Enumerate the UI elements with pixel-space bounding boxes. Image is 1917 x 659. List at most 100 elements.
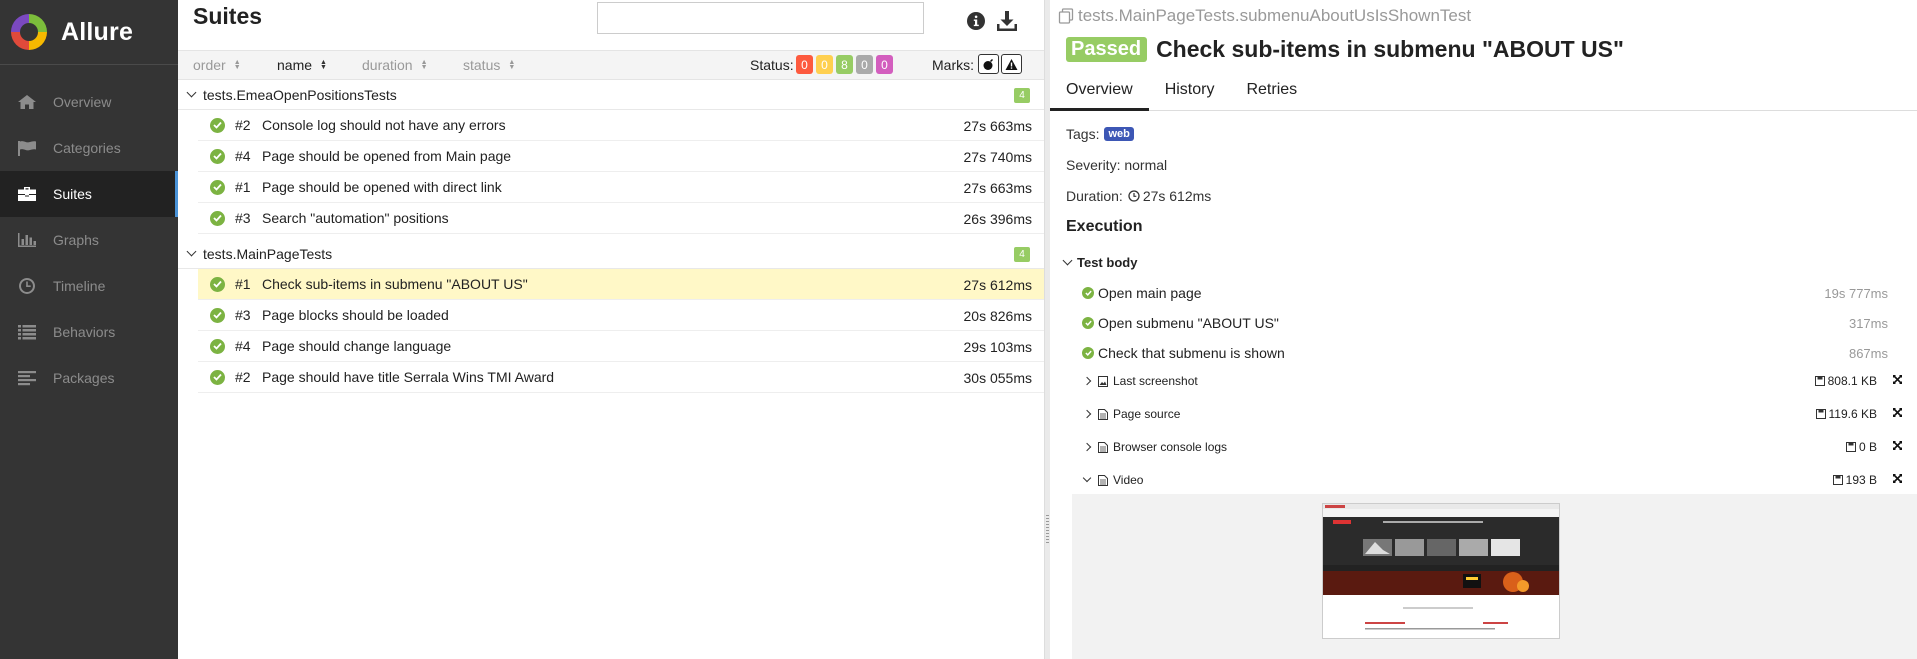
test-row-selected[interactable]: #1 Check sub-items in submenu "ABOUT US"…: [198, 269, 1044, 300]
passed-check-icon: [210, 338, 225, 354]
sidebar-item-packages[interactable]: Packages: [0, 355, 178, 401]
test-row[interactable]: #1 Page should be opened with direct lin…: [198, 172, 1044, 203]
attachment-row[interactable]: Last screenshot 808.1 KB: [1082, 374, 1916, 388]
sort-arrows-icon: ▲ ▼: [233, 59, 241, 71]
info-icon: [967, 12, 985, 30]
search-input[interactable]: [597, 2, 924, 34]
chevron-down-icon: [1062, 255, 1073, 266]
sidebar-item-timeline[interactable]: Timeline: [0, 263, 178, 309]
passed-check-icon: [210, 117, 225, 133]
sort-duration-label: duration: [362, 57, 413, 73]
test-row[interactable]: #4 Page should be opened from Main page …: [198, 141, 1044, 172]
sidebar-item-graphs[interactable]: Graphs: [0, 217, 178, 263]
sidebar-item-label: Categories: [53, 140, 121, 156]
chevron-right-icon: [1082, 376, 1092, 386]
passed-check-icon: [210, 276, 225, 292]
suite-group-header[interactable]: tests.EmeaOpenPositionsTests 4: [178, 80, 1044, 110]
chevron-down-icon: [186, 87, 197, 98]
test-row[interactable]: #3 Search "automation" positions 26s 396…: [198, 203, 1044, 234]
sort-name[interactable]: name ▲ ▼: [277, 57, 327, 73]
tab-retries[interactable]: Retries: [1230, 79, 1313, 111]
attachment-row[interactable]: Page source 119.6 KB: [1082, 407, 1916, 421]
sidebar-item-behaviors[interactable]: Behaviors: [0, 309, 178, 355]
test-row[interactable]: #3 Page blocks should be loaded 20s 826m…: [198, 300, 1044, 331]
step-row[interactable]: Check that submenu is shown 867ms: [1082, 345, 1902, 361]
test-title-row: Passed Check sub-items in submenu "ABOUT…: [1066, 36, 1624, 63]
drag-handle-icon: [1046, 515, 1049, 545]
sidebar-item-categories[interactable]: Categories: [0, 125, 178, 171]
attachment-name: Video: [1113, 473, 1144, 487]
sort-bar: order ▲ ▼ name ▲ ▼ duration ▲ ▼ status ▲ ▼ S…: [178, 50, 1044, 80]
expand-icon[interactable]: [1892, 407, 1903, 421]
mark-flaky-toggle[interactable]: [978, 54, 999, 74]
test-duration: 27s 612ms: [963, 277, 1032, 293]
step-duration: 867ms: [1848, 345, 1888, 361]
tags-row: Tags: web: [1066, 126, 1134, 142]
clock-icon: [1128, 190, 1140, 202]
test-duration: 30s 055ms: [963, 370, 1032, 386]
test-row[interactable]: #2 Console log should not have any error…: [198, 110, 1044, 141]
step-row[interactable]: Open main page 19s 777ms: [1082, 285, 1902, 301]
duration-value: 27s 612ms: [1142, 188, 1212, 204]
test-name: Console log should not have any errors: [262, 117, 506, 133]
test-number: #3: [235, 210, 251, 226]
sort-duration[interactable]: duration ▲ ▼: [362, 57, 428, 73]
test-body-toggle[interactable]: Test body: [1062, 255, 1137, 270]
tab-overview[interactable]: Overview: [1050, 79, 1149, 111]
attachment-row[interactable]: Browser console logs 0 B: [1082, 440, 1916, 454]
attachment-row-open[interactable]: Video 193 B: [1082, 473, 1916, 487]
step-duration: 317ms: [1848, 315, 1888, 331]
tab-history[interactable]: History: [1149, 79, 1231, 111]
video-player[interactable]: [1322, 503, 1560, 639]
sort-order[interactable]: order ▲ ▼: [193, 57, 241, 73]
attachment-size-text: 193 B: [1845, 473, 1877, 487]
status-passed-toggle[interactable]: 8: [836, 55, 853, 74]
test-name: Search "automation" positions: [262, 210, 449, 226]
passed-check-icon: [1082, 347, 1094, 359]
chevron-down-icon: [186, 246, 197, 257]
sort-arrows-icon: ▲ ▼: [420, 59, 428, 71]
download-button[interactable]: [995, 9, 1019, 33]
sidebar-item-overview[interactable]: Overview: [0, 79, 178, 125]
status-skipped-toggle[interactable]: 0: [856, 55, 873, 74]
download-icon: [997, 11, 1017, 31]
brand[interactable]: Allure: [0, 0, 178, 65]
sidebar-item-suites[interactable]: Suites: [0, 171, 178, 217]
suite-count-badge: 4: [1014, 247, 1030, 262]
sidebar-item-label: Suites: [53, 186, 92, 202]
attachment-size-text: 0 B: [1858, 440, 1877, 454]
expand-icon[interactable]: [1892, 440, 1903, 454]
info-button[interactable]: [964, 9, 988, 33]
execution-title: Execution: [1066, 218, 1143, 235]
status-badge: Passed: [1066, 37, 1148, 62]
bar-chart-icon: [16, 231, 38, 249]
status-unknown-toggle[interactable]: 0: [876, 55, 893, 74]
step-row[interactable]: Open submenu "ABOUT US" 317ms: [1082, 315, 1902, 331]
step-name: Open main page: [1098, 285, 1202, 301]
breadcrumb[interactable]: tests.MainPageTests.submenuAboutUsIsShow…: [1058, 6, 1471, 26]
suites-header: Suites: [178, 0, 1044, 50]
step-name: Check that submenu is shown: [1098, 345, 1285, 361]
bomb-icon: [983, 58, 994, 70]
suite-name: tests.EmeaOpenPositionsTests: [203, 86, 397, 103]
briefcase-icon: [16, 185, 38, 203]
sort-arrows-icon: ▲ ▼: [508, 59, 516, 71]
test-row[interactable]: #2 Page should have title Serrala Wins T…: [198, 362, 1044, 393]
video-thumbnail-image: [1323, 504, 1559, 638]
test-full-name: tests.MainPageTests.submenuAboutUsIsShow…: [1078, 6, 1472, 25]
expand-icon[interactable]: [1892, 473, 1903, 487]
test-name: Page should be opened from Main page: [262, 148, 512, 164]
sidebar-nav: Overview Categories Suites Graphs Timeli…: [0, 79, 178, 401]
status-broken-toggle[interactable]: 0: [816, 55, 833, 74]
detail-tabs: Overview History Retries: [1050, 79, 1917, 111]
passed-check-icon: [1082, 317, 1094, 329]
status-filter-label: Status:: [750, 57, 794, 73]
status-failed-toggle[interactable]: 0: [796, 55, 813, 74]
sort-status[interactable]: status ▲ ▼: [463, 57, 515, 73]
tag-badge: web: [1104, 127, 1134, 141]
sort-order-label: order: [193, 57, 226, 73]
expand-icon[interactable]: [1892, 374, 1903, 388]
test-row[interactable]: #4 Page should change language 29s 103ms: [198, 331, 1044, 362]
suite-group-header[interactable]: tests.MainPageTests 4: [178, 239, 1044, 269]
mark-new-failed-toggle[interactable]: [1001, 54, 1022, 74]
